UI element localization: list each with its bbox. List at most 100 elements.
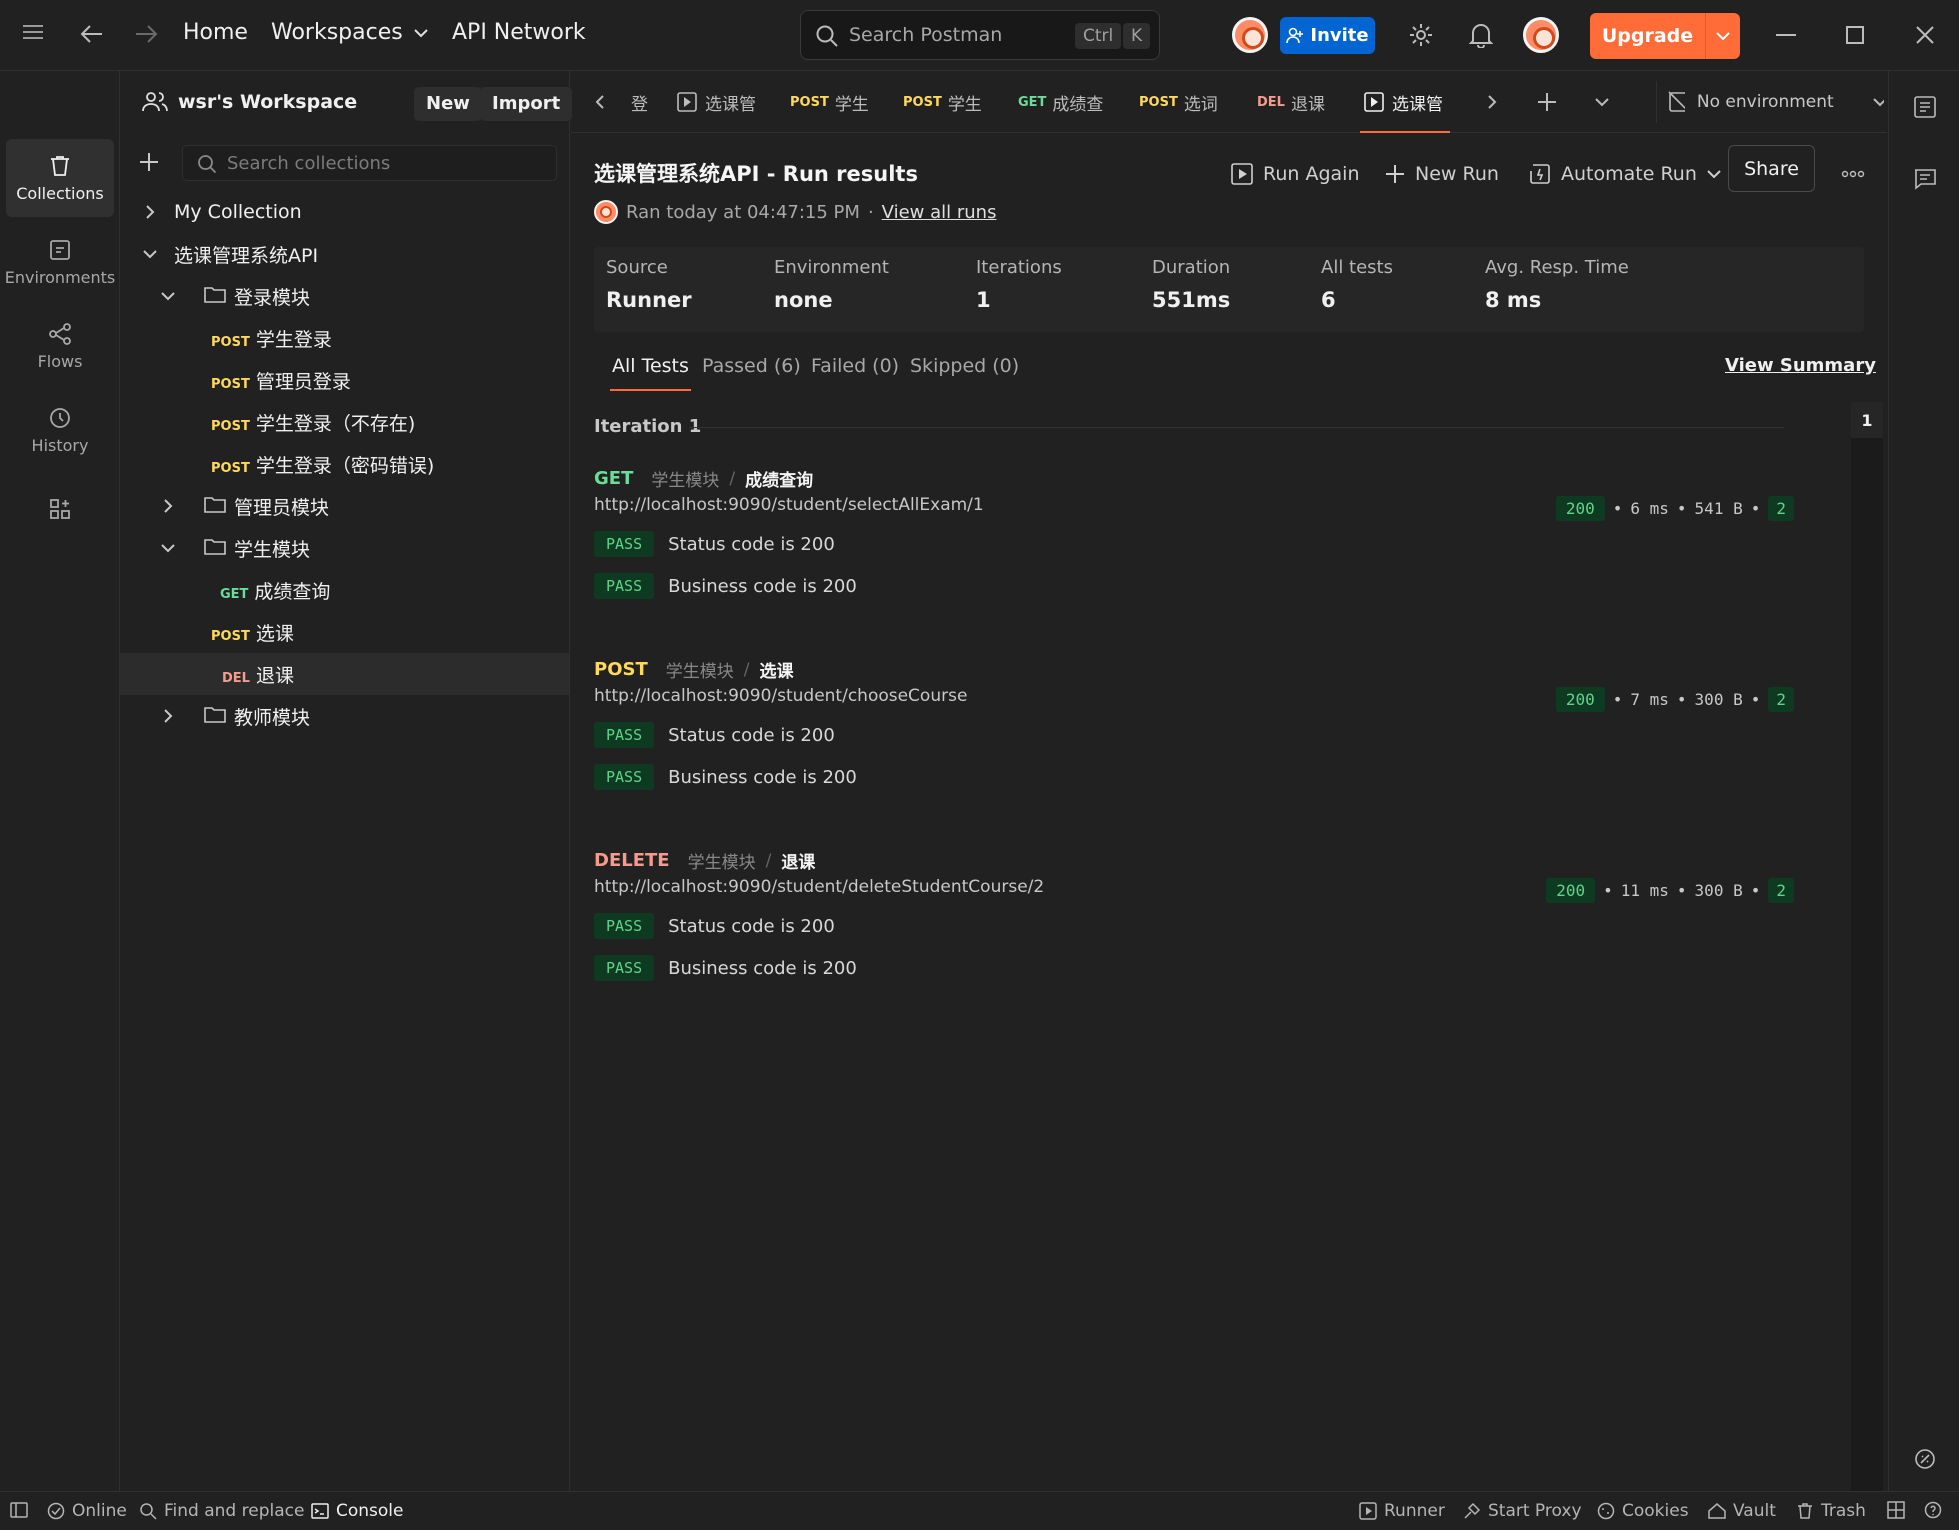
maximize-icon[interactable] (1846, 26, 1864, 44)
nav-workspaces[interactable]: Workspaces (271, 20, 429, 45)
more-options-icon[interactable] (1841, 162, 1865, 183)
help-bot-icon[interactable] (1913, 1447, 1937, 1476)
iteration-scrollbar[interactable]: 1 (1851, 402, 1883, 1492)
close-icon[interactable] (1915, 25, 1935, 45)
stat-iterations: Iterations 1 (976, 257, 1062, 312)
team-avatar[interactable] (1232, 17, 1268, 53)
tab-item-active[interactable]: 选课管 (1360, 71, 1450, 133)
console-toggle[interactable]: Console (311, 1501, 404, 1521)
share-button[interactable]: Share (1728, 145, 1815, 192)
tree-folder-teacher[interactable]: 教师模块 (120, 695, 569, 737)
rail-environments[interactable]: Environments (5, 223, 115, 301)
run-again-button[interactable]: Run Again (1231, 154, 1360, 194)
menu-icon[interactable] (22, 24, 44, 40)
chevron-down-icon (158, 291, 178, 301)
nav-api-network[interactable]: API Network (452, 20, 586, 45)
pass-badge: PASS (594, 722, 655, 748)
tree-request[interactable]: POST 学生登录（密码错误) (120, 443, 569, 485)
tree-request[interactable]: POST 学生登录（不存在) (120, 401, 569, 443)
import-button[interactable]: Import (480, 87, 573, 121)
global-search-input[interactable]: Search Postman Ctrl K (800, 10, 1160, 60)
filter-tab-failed[interactable]: Failed (0) (811, 355, 899, 377)
tab-label: 成绩查 (1052, 94, 1104, 115)
invite-button[interactable]: Invite (1280, 17, 1375, 54)
rail-flows[interactable]: Flows (6, 307, 114, 385)
new-button[interactable]: New (414, 87, 482, 121)
add-collection-plus-icon[interactable] (138, 151, 160, 178)
filter-tab-all[interactable]: All Tests (610, 355, 691, 391)
path-separator: / (743, 659, 750, 680)
find-and-replace[interactable]: Find and replace (139, 1501, 304, 1521)
start-proxy-link[interactable]: Start Proxy (1463, 1501, 1582, 1521)
trash-link[interactable]: Trash (1796, 1501, 1866, 1521)
tree-request[interactable]: GET 成绩查询 (120, 569, 569, 611)
response-meta[interactable]: 200 • 11 ms • 300 B • 2 (1546, 878, 1794, 903)
automate-run-button[interactable]: Automate Run (1529, 154, 1721, 194)
request-name[interactable]: 成绩查询 (745, 466, 813, 491)
forward-arrow-icon[interactable] (134, 24, 158, 44)
collection-search-input[interactable]: Search collections (182, 145, 557, 181)
tabs-scroll-right-icon[interactable] (1487, 71, 1497, 133)
iteration-number[interactable]: 1 (1851, 402, 1883, 438)
tree-request-selected[interactable]: DEL 退课 (120, 653, 569, 695)
rail-configure-workbench[interactable] (6, 479, 114, 539)
tree-request[interactable]: POST 管理员登录 (120, 359, 569, 401)
tab-item[interactable]: 登 (631, 71, 655, 133)
run-results-panel: 选课管理系统API - Run results Run Again New Ru… (571, 134, 1887, 1492)
help-icon[interactable] (1924, 1501, 1942, 1519)
user-avatar[interactable] (1523, 17, 1559, 53)
tree-folder-student[interactable]: 学生模块 (120, 527, 569, 569)
tree-request[interactable]: POST 选课 (120, 611, 569, 653)
stat-label: Iterations (976, 257, 1062, 278)
notifications-bell-icon[interactable] (1469, 22, 1493, 48)
environment-selector[interactable]: No environment (1656, 71, 1884, 133)
tree-folder-login[interactable]: 登录模块 (120, 275, 569, 317)
request-name[interactable]: 退课 (781, 848, 815, 873)
new-tab-plus-icon[interactable] (1537, 71, 1557, 133)
tab-item[interactable]: POST 学生 (903, 71, 991, 133)
cookies-link[interactable]: Cookies (1597, 1501, 1689, 1521)
tab-item[interactable]: DEL 退课 (1257, 71, 1337, 133)
view-summary-link[interactable]: View Summary (1725, 355, 1876, 376)
tab-item[interactable]: POST 选词 (1139, 71, 1224, 133)
filter-tab-skipped[interactable]: Skipped (0) (910, 355, 1019, 377)
minimize-icon[interactable] (1776, 34, 1796, 36)
tree-request[interactable]: POST 学生登录 (120, 317, 569, 359)
tree-folder-admin[interactable]: 管理员模块 (120, 485, 569, 527)
view-all-runs-link[interactable]: View all runs (882, 202, 997, 223)
filter-tab-passed[interactable]: Passed (6) (702, 355, 801, 377)
tab-item[interactable]: 选课管 (677, 71, 777, 133)
comments-icon[interactable] (1913, 167, 1937, 196)
settings-gear-icon[interactable] (1408, 22, 1434, 48)
runner-link[interactable]: Runner (1359, 1501, 1445, 1521)
chevron-right-icon (158, 708, 178, 724)
upgrade-button[interactable]: Upgrade (1590, 13, 1740, 59)
tabs-scroll-left-icon[interactable] (595, 71, 605, 133)
vault-link[interactable]: Vault (1708, 1501, 1776, 1521)
toggle-sidebar-icon[interactable] (10, 1501, 28, 1519)
chevron-down-icon[interactable] (1706, 13, 1740, 59)
add-user-icon (1286, 27, 1304, 43)
response-meta[interactable]: 200 • 6 ms • 541 B • 2 (1555, 496, 1794, 521)
tab-item[interactable]: GET 成绩查 (1018, 71, 1108, 133)
tab-item[interactable]: POST 学生 (790, 71, 878, 133)
stat-value: 1 (976, 288, 991, 312)
runner-avatar-icon (594, 200, 618, 224)
online-status[interactable]: Online (47, 1501, 127, 1521)
new-run-button[interactable]: New Run (1385, 154, 1499, 194)
rail-collections[interactable]: Collections (6, 139, 114, 217)
tree-item-my-collection[interactable]: My Collection (120, 191, 569, 233)
tabs-menu-chevron-down-icon[interactable] (1594, 71, 1610, 133)
rail-history[interactable]: History (6, 391, 114, 469)
response-meta[interactable]: 200 • 7 ms • 300 B • 2 (1555, 687, 1794, 712)
tree-item-collection[interactable]: 选课管理系统API (120, 233, 569, 275)
back-arrow-icon[interactable] (80, 24, 104, 44)
request-name[interactable]: 选课 (759, 657, 793, 682)
bullet: • (1676, 881, 1687, 900)
nav-home[interactable]: Home (183, 20, 248, 45)
test-count-badge: 2 (1768, 687, 1794, 712)
documentation-icon[interactable] (1913, 95, 1937, 124)
workspace-name: wsr's Workspace (178, 91, 358, 113)
layout-grid-icon[interactable] (1887, 1501, 1905, 1519)
stat-value: Runner (606, 288, 692, 312)
